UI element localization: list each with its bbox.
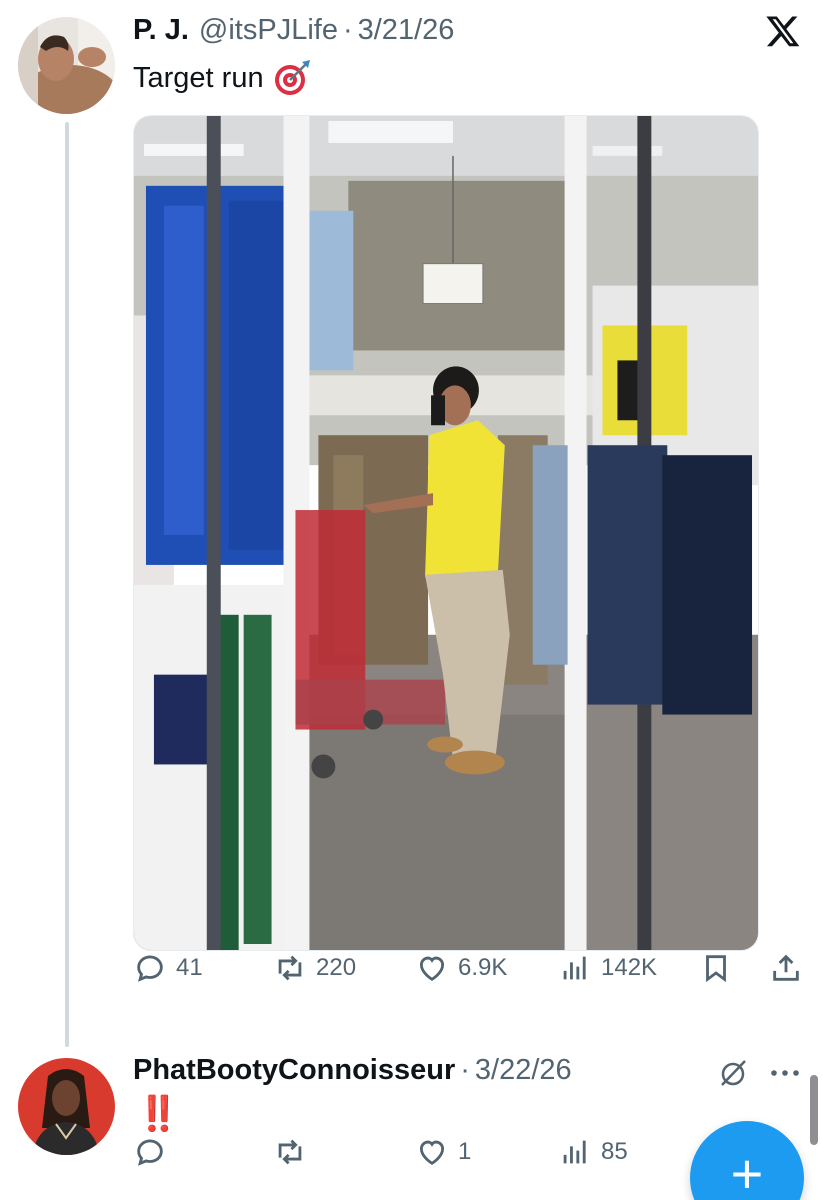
author-name[interactable]: P. J. <box>133 14 189 47</box>
bookmark-icon <box>706 955 726 983</box>
like-count: 6.9K <box>458 954 508 981</box>
views-button[interactable]: 142K <box>558 951 657 985</box>
x-logo-icon <box>764 13 802 49</box>
heart-icon <box>419 1140 445 1165</box>
plus-icon: + <box>730 1142 764 1200</box>
repost-icon <box>278 955 302 981</box>
more-dots-icon[interactable] <box>769 1068 801 1078</box>
views-bar-chart-icon <box>563 1140 586 1164</box>
tweet-body: Target run <box>133 58 312 98</box>
repost-icon <box>278 1139 302 1165</box>
repost-button[interactable]: 220 <box>273 951 356 985</box>
reply-count: 41 <box>176 954 203 981</box>
reply-author-avatar[interactable] <box>18 1058 115 1155</box>
tweet-image[interactable] <box>133 115 759 951</box>
avatar-photo <box>18 1058 115 1155</box>
views-bar-chart-icon <box>563 956 586 980</box>
scrollbar-thumb[interactable] <box>810 1075 818 1145</box>
reply-button[interactable]: 41 <box>133 951 203 985</box>
reply-body: ‼️ <box>137 1095 182 1133</box>
share-button[interactable] <box>769 951 803 985</box>
author-avatar[interactable] <box>18 17 115 114</box>
reply-button[interactable] <box>133 1135 176 1169</box>
heart-icon <box>419 956 445 981</box>
reply-author-name[interactable]: PhatBootyConnoisseur <box>133 1054 455 1087</box>
repost-count: 220 <box>316 954 357 981</box>
views-count: 85 <box>601 1138 628 1165</box>
tweet-header: P. J. @itsPJLife · 3/21/26 <box>133 14 454 47</box>
avatar-photo <box>18 17 115 114</box>
separator-dot: · <box>342 14 353 46</box>
bookmark-button[interactable] <box>699 951 733 985</box>
thread-connector-line <box>65 122 69 1047</box>
views-button[interactable]: 85 <box>558 1135 628 1169</box>
like-button[interactable]: 6.9K <box>415 951 507 985</box>
mirror-selfie-photo <box>134 116 758 950</box>
reply-bubble-icon <box>137 1139 163 1166</box>
like-count: 1 <box>458 1138 472 1165</box>
reply-header: PhatBootyConnoisseur · 3/22/26 <box>133 1054 572 1087</box>
compose-post-button[interactable]: + <box>690 1121 804 1200</box>
reply-date[interactable]: 3/22/26 <box>475 1054 572 1087</box>
author-handle[interactable]: @itsPJLife <box>199 14 338 47</box>
direct-hit-target-emoji-icon <box>272 58 312 98</box>
share-upload-icon <box>773 954 799 981</box>
grok-slash-icon[interactable] <box>717 1057 749 1089</box>
separator-dot: · <box>460 1054 470 1086</box>
tweet-text: Target run <box>133 61 264 94</box>
tweet-date[interactable]: 3/21/26 <box>358 14 455 47</box>
repost-button[interactable] <box>273 1135 316 1169</box>
like-button[interactable]: 1 <box>415 1135 471 1169</box>
reply-bubble-icon <box>137 955 163 982</box>
views-count: 142K <box>601 954 658 981</box>
